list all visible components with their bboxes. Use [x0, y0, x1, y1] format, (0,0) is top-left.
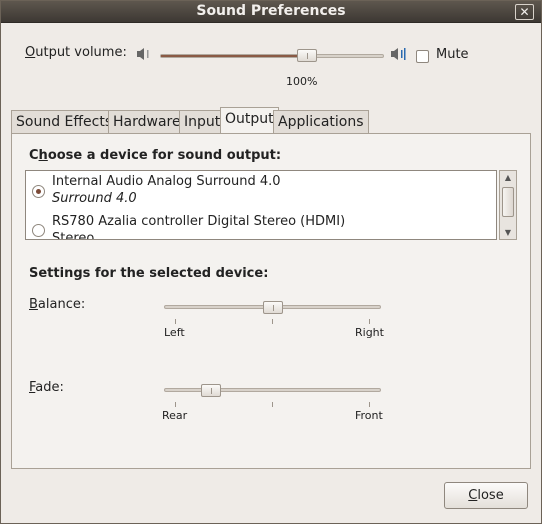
output-volume-label-accel: O	[25, 45, 36, 60]
tab-sound-effects[interactable]: Sound Effects	[11, 110, 118, 133]
output-volume-fill	[161, 55, 310, 57]
device-list[interactable]: Internal Audio Analog Surround 4.0 Surro…	[25, 170, 497, 240]
device-radio-internal-audio[interactable]	[32, 185, 45, 198]
scroll-down-icon[interactable]: ▼	[500, 228, 516, 237]
balance-label-accel: B	[29, 297, 38, 312]
balance-thumb[interactable]	[262, 301, 283, 314]
balance-tick-right	[369, 319, 370, 324]
tab-output[interactable]: Output	[220, 107, 279, 134]
balance-label-text: alance:	[37, 297, 86, 312]
output-volume-label: Output volume:	[25, 45, 127, 60]
scroll-thumb[interactable]	[502, 187, 514, 217]
mute-label[interactable]: Mute	[436, 47, 469, 62]
device-heading-accel: h	[38, 148, 48, 163]
close-button-accel: C	[468, 488, 478, 503]
speaker-high-icon	[391, 48, 406, 60]
balance-label: Balance:	[29, 297, 85, 312]
mute-checkbox[interactable]	[416, 50, 429, 63]
settings-heading: Settings for the selected device:	[29, 266, 269, 281]
output-volume-thumb[interactable]	[296, 49, 317, 62]
fade-label-text: ade:	[35, 380, 64, 395]
device-radio-rs780-hdmi[interactable]	[32, 224, 45, 237]
balance-left-label: Left	[164, 326, 185, 339]
tab-input[interactable]: Input	[179, 110, 226, 133]
fade-rear-label: Rear	[162, 409, 188, 422]
speaker-low-icon	[137, 48, 149, 60]
tab-applications[interactable]: Applications	[273, 110, 369, 133]
device-name: RS780 Azalia controller Digital Stereo (…	[52, 214, 346, 229]
close-button[interactable]: Close	[444, 482, 528, 509]
fade-slider[interactable]	[164, 388, 381, 392]
balance-tick-left	[175, 319, 176, 324]
fade-thumb[interactable]	[201, 384, 222, 397]
device-profile: Stereo	[52, 231, 95, 240]
balance-right-label: Right	[355, 326, 384, 339]
device-heading-pre: C	[29, 148, 39, 163]
output-volume-value: 100%	[286, 75, 318, 88]
fade-tick-right	[369, 402, 370, 407]
title-bar[interactable]: Sound Preferences ✕	[1, 1, 541, 23]
close-button-text: lose	[477, 488, 504, 503]
device-profile: Surround 4.0	[52, 191, 137, 206]
window-close-icon[interactable]: ✕	[515, 4, 534, 20]
sound-preferences-window: Sound Preferences ✕ Output volume: 100% …	[0, 0, 542, 524]
window-title: Sound Preferences	[196, 3, 346, 19]
output-volume-slider[interactable]	[160, 54, 384, 58]
fade-tick-left	[175, 402, 176, 407]
output-volume-label-text: utput volume:	[35, 45, 127, 60]
balance-tick-center	[272, 319, 273, 324]
device-heading: Choose a device for sound output:	[29, 148, 281, 163]
fade-front-label: Front	[355, 409, 383, 422]
fade-tick-center	[272, 402, 273, 407]
tab-hardware[interactable]: Hardware	[108, 110, 186, 133]
device-heading-text: oose a device for sound output:	[47, 148, 282, 163]
fade-label: Fade:	[29, 380, 64, 395]
device-list-scrollbar[interactable]: ▲ ▼	[499, 170, 517, 240]
device-name: Internal Audio Analog Surround 4.0	[52, 174, 281, 189]
scroll-up-icon[interactable]: ▲	[500, 173, 516, 182]
